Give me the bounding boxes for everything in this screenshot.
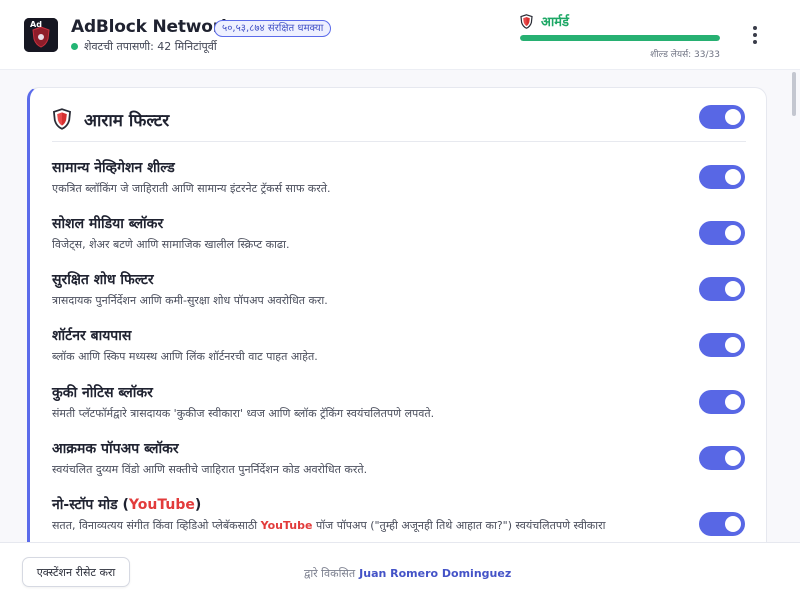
app-title: AdBlock Network [71,17,233,37]
filter-title: कुकी नोटिस ब्लॉकर [52,385,153,401]
filter-row-cookie-notice: कुकी नोटिस ब्लॉकर संमती प्लॅटफॉर्मद्वारे… [52,383,746,421]
more-options-icon[interactable] [745,24,765,46]
last-check-text: शेवटची तपासणी: 42 मिनिटांपूर्वी [84,40,217,53]
filter-title: नो-स्टॉप मोड (YouTube) [52,495,746,514]
comfort-filters-card: आराम फिल्टर सामान्य नेव्हिगेशन शील्ड एकत… [27,87,767,542]
filter-description: स्वयंचलित दुय्यम विंडो आणि सक्तीचे जाहिर… [52,463,368,476]
scrollbar[interactable] [791,70,797,542]
filter-title: शॉर्टनर बायपास [52,328,132,344]
youtube-tube-text: Tube [157,497,195,513]
toggle-social-media[interactable] [699,221,745,245]
card-title: आराम फिल्टर [84,111,170,131]
shield-progress-fill [520,35,720,41]
filter-row-aggressive-popup: आक्रमक पॉपअप ब्लॉकर स्वयंचलित दुय्यम विं… [52,439,746,477]
filter-title: सोशल मीडिया ब्लॉकर [52,216,164,232]
shield-layers-count: शील्ड लेयर्स: 33/33 [650,50,720,60]
filter-row-social-media: सोशल मीडिया ब्लॉकर विजेट्स, शेअर बटणे आण… [52,214,746,252]
desc-suffix: पॉज पॉपअप ("तुम्ही अजूनही तिथे आहात का?"… [312,519,606,532]
title-suffix: ) [194,497,202,513]
filter-description: एकत्रित ब्लॉकिंग जे जाहिराती आणि सामान्य… [52,182,331,195]
reset-extension-button[interactable]: एक्स्टेंशन रीसेट करा [22,557,130,587]
filter-description: विजेट्स, शेअर बटणे आणि सामाजिक खालील स्क… [52,238,290,251]
header: Ad AdBlock Network ५०,५३,८७४ संरक्षित धम… [0,0,800,70]
toggle-aggressive-popup[interactable] [699,446,745,470]
footer: एक्स्टेंशन रीसेट करा द्वारे विकसित Juan R… [0,542,800,600]
filters-scroll-area[interactable]: आराम फिल्टर सामान्य नेव्हिगेशन शील्ड एकत… [0,70,800,542]
youtube-tube-text: Tube [282,519,313,532]
scrollbar-thumb[interactable] [792,72,796,116]
filter-description: सतत, विनाव्यत्यय संगीत किंवा व्हिडिओ प्ल… [52,518,672,533]
shield-icon [52,108,72,130]
toggle-cookie-notice[interactable] [699,390,745,414]
armed-label: आर्मर्ड [541,15,570,30]
filter-description: ब्लॉक आणि स्किप मध्यस्थ आणि लिंक शॉर्टनर… [52,350,318,363]
status-dot-icon [71,43,78,50]
master-toggle[interactable] [699,105,745,129]
last-check-status: शेवटची तपासणी: 42 मिनिटांपूर्वी [71,39,217,54]
threats-blocked-badge: ५०,५३,८७४ संरक्षित धमक्या [214,20,332,37]
filter-description: त्रासदायक पुनर्निर्देशन आणि कमी-सुरक्षा … [52,294,328,307]
filter-row-shortener-bypass: शॉर्टनर बायपास ब्लॉक आणि स्किप मध्यस्थ आ… [52,326,746,364]
filter-row-safe-search: सुरक्षित शोध फिल्टर त्रासदायक पुनर्निर्द… [52,270,746,308]
desc-prefix: सतत, विनाव्यत्यय संगीत किंवा व्हिडिओ प्ल… [52,519,261,532]
logo-text: Ad [30,20,42,29]
author-link[interactable]: Juan Romero Dominguez [359,567,511,580]
card-header: आराम फिल्टर [52,106,746,142]
filter-row-nonstop-mode: नो-स्टॉप मोड (YouTube) सतत, विनाव्यत्यय … [52,495,746,533]
filter-description: संमती प्लॅटफॉर्मद्वारे त्रासदायक 'कुकीज … [52,407,435,420]
youtube-you-text: You [260,519,283,532]
filter-title: सुरक्षित शोध फिल्टर [52,272,154,288]
toggle-safe-search[interactable] [699,277,745,301]
youtube-you-text: You [128,497,158,513]
toggle-general-navigation[interactable] [699,165,745,189]
toggle-nonstop-mode[interactable] [699,512,745,536]
title-prefix: नो-स्टॉप मोड ( [52,497,129,513]
filter-row-general-navigation: सामान्य नेव्हिगेशन शील्ड एकत्रित ब्लॉकिं… [52,158,746,196]
developer-credit: द्वारे विकसित Juan Romero Dominguez [304,566,511,581]
shield-icon [520,13,533,29]
toggle-shortener-bypass[interactable] [699,333,745,357]
app-logo: Ad [24,18,58,52]
armed-status: आर्मर्ड शील्ड लेयर्स: 33/33 [520,12,720,60]
credit-prefix: द्वारे विकसित [304,567,356,580]
filter-title: सामान्य नेव्हिगेशन शील्ड [52,160,175,176]
shield-progress-bar [520,35,720,41]
filter-title: आक्रमक पॉपअप ब्लॉकर [52,441,179,457]
